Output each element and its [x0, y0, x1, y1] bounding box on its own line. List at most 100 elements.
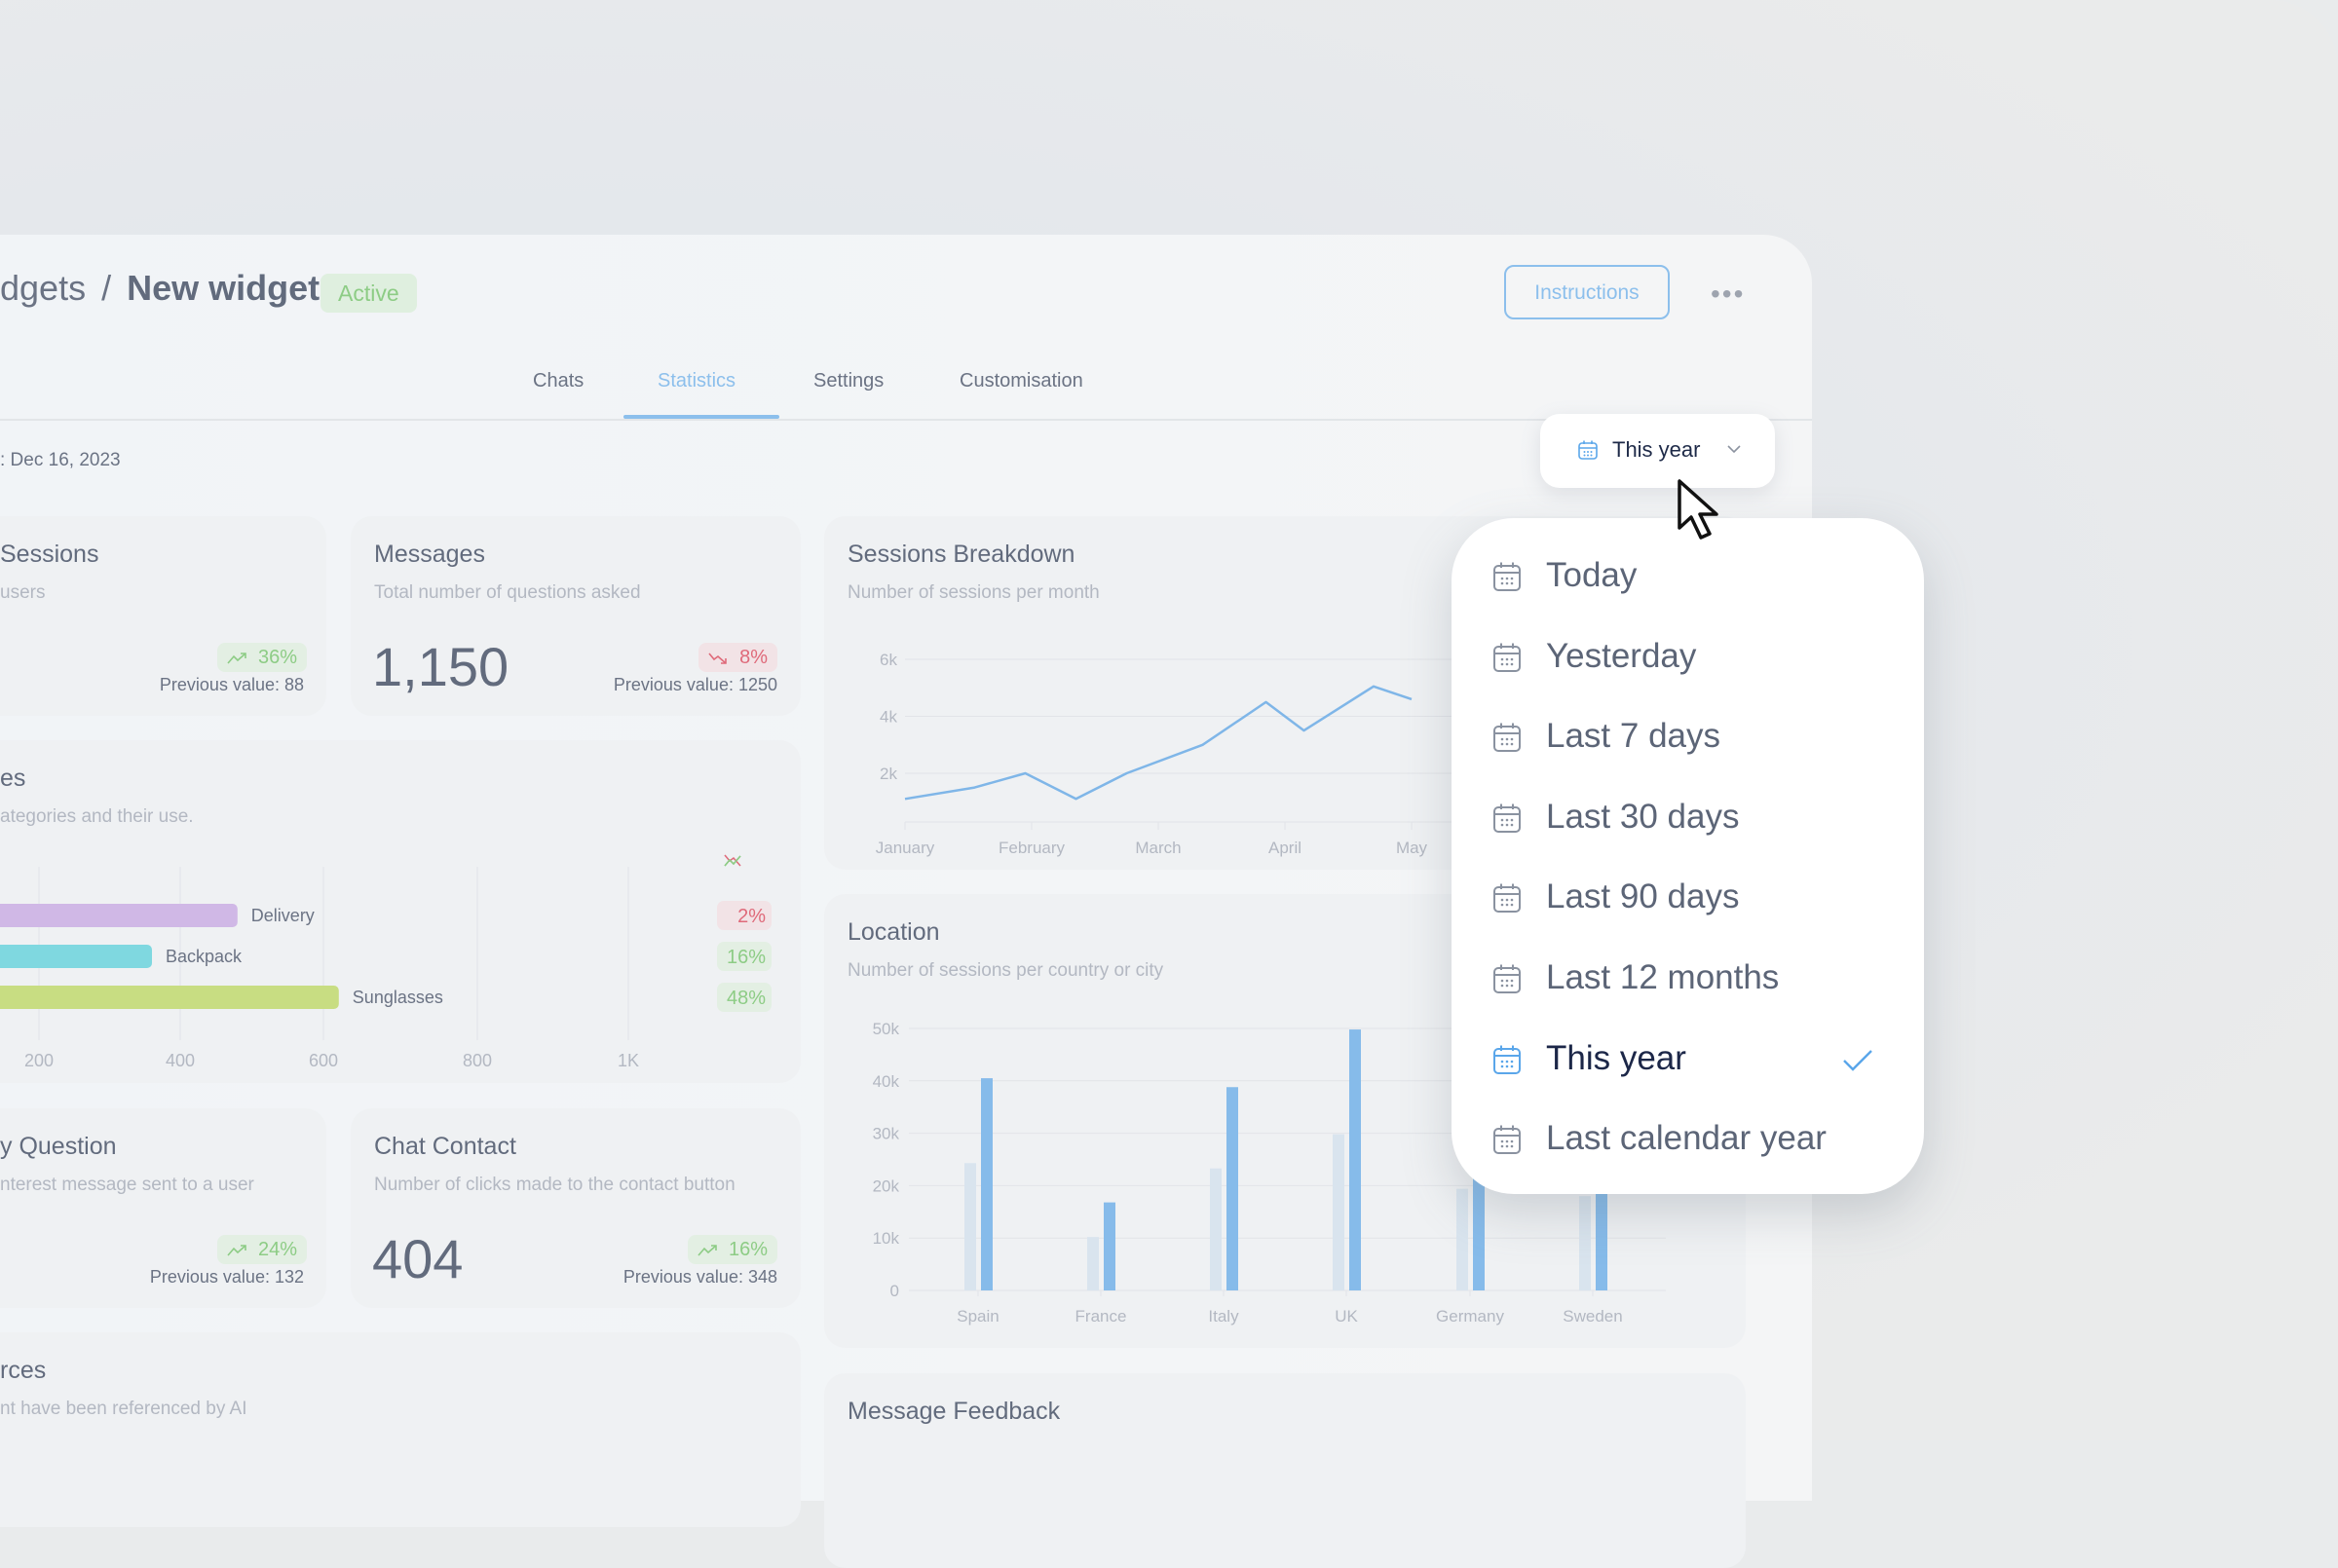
change-badge: 16%: [687, 1235, 777, 1264]
bar-current-sweden: [1596, 1185, 1607, 1290]
change-badge: 24%: [216, 1235, 307, 1264]
menu-item-label: Today: [1546, 556, 1638, 594]
menu-item-yesterday[interactable]: Yesterday: [1452, 618, 1924, 698]
sessions-line: [904, 685, 1413, 801]
y-tick-label: 50k: [873, 1020, 900, 1038]
menu-item-label: Last 7 days: [1546, 717, 1720, 756]
menu-item-label: Last 90 days: [1546, 877, 1740, 916]
change-value: 8%: [739, 647, 768, 668]
messages-card: Messages Total number of questions asked…: [351, 516, 801, 716]
menu-item-last-12-months[interactable]: Last 12 months: [1452, 940, 1924, 1020]
menu-item-last-7-days[interactable]: Last 7 days: [1452, 698, 1924, 778]
y-tick-label: 20k: [873, 1176, 900, 1195]
bar-current-germany: [1473, 1175, 1485, 1290]
chat-contact-card: Chat Contact Number of clicks made to th…: [351, 1108, 801, 1308]
menu-item-label: Last 12 months: [1546, 958, 1780, 996]
x-tick-label: Spain: [957, 1307, 999, 1325]
instructions-button[interactable]: Instructions: [1504, 265, 1670, 319]
date-filter-menu: Today Yesterday Last 7 days Last 30 days Las…: [1452, 518, 1924, 1194]
message-feedback-card: Message Feedback: [824, 1373, 1746, 1568]
card-title: es: [0, 765, 26, 792]
y-tick-label: 0: [890, 1282, 899, 1300]
x-tick-label: April: [1268, 839, 1301, 857]
change-value: 36%: [257, 647, 297, 668]
x-tick-label: UK: [1335, 1307, 1358, 1325]
date-filter-dropdown[interactable]: This year: [1540, 414, 1775, 488]
menu-item-last-calendar-year[interactable]: Last calendar year: [1452, 1101, 1924, 1180]
x-tick-label: March: [1135, 839, 1181, 857]
date-range-label: : Dec 16, 2023: [0, 450, 121, 470]
chevron-down-icon: [1727, 445, 1741, 454]
tab-bar: Chats Statistics Settings Customisation: [0, 360, 1812, 421]
bar-previous-france: [1087, 1237, 1099, 1290]
card-title: Message Feedback: [848, 1398, 1061, 1425]
card-subtitle: nt have been referenced by AI: [0, 1399, 247, 1419]
card-subtitle: users: [0, 582, 46, 603]
previous-value: Previous value: 132: [149, 1267, 304, 1287]
trend-up-icon: [227, 652, 246, 664]
x-tick-label: Sweden: [1563, 1307, 1622, 1325]
x-tick-label: France: [1075, 1307, 1127, 1325]
card-title: Sessions Breakdown: [848, 541, 1075, 568]
change-value: 16%: [727, 947, 766, 968]
x-tick-label: 200: [24, 1051, 54, 1070]
x-tick-label: February: [999, 839, 1066, 857]
more-options-icon[interactable]: •••: [1711, 279, 1745, 310]
y-tick-label: 2k: [880, 765, 897, 783]
metric-value: 404: [372, 1228, 464, 1289]
menu-item-label: This year: [1546, 1038, 1686, 1077]
change-value: 2%: [737, 906, 766, 927]
trend-up-icon: [698, 1244, 717, 1256]
bar-label: Backpack: [166, 947, 243, 966]
calendar-icon: [1493, 1045, 1521, 1074]
menu-item-last-90-days[interactable]: Last 90 days: [1452, 859, 1924, 939]
bar-sunglasses: [0, 986, 339, 1009]
bar-current-spain: [981, 1078, 993, 1290]
x-tick-label: 1K: [618, 1051, 639, 1070]
breadcrumb-parent[interactable]: dgets: [0, 268, 86, 308]
y-tick-label: 30k: [873, 1125, 900, 1143]
card-title: Sessions: [0, 541, 99, 568]
card-title: Chat Contact: [374, 1133, 516, 1160]
x-tick-label: 600: [309, 1051, 338, 1070]
menu-item-label: Last calendar year: [1546, 1119, 1827, 1158]
previous-value: Previous value: 348: [622, 1267, 777, 1287]
status-badge: Active: [321, 274, 417, 313]
trend-up-icon: [227, 1244, 246, 1256]
menu-item-this-year[interactable]: This year: [1452, 1021, 1924, 1101]
tab-chats[interactable]: Chats: [533, 370, 584, 392]
calendar-icon: [1493, 562, 1521, 591]
bar-delivery: [0, 904, 238, 927]
card-subtitle: Number of sessions per month: [848, 582, 1100, 603]
change-badge: 36%: [216, 643, 307, 672]
bar-backpack: [0, 945, 152, 968]
categories-card: es ategories and their use. 200 400 600 800…: [0, 740, 801, 1083]
bar-current-france: [1104, 1202, 1115, 1290]
tab-settings[interactable]: Settings: [813, 370, 884, 392]
card-subtitle: Number of sessions per country or city: [848, 960, 1164, 981]
sessions-card: Sessions users 36% Previous value: 88: [0, 516, 326, 716]
sources-card: rces nt have been referenced by AI: [0, 1332, 801, 1527]
card-subtitle: Total number of questions asked: [374, 582, 641, 603]
y-tick-label: 40k: [873, 1072, 900, 1091]
card-title: y Question: [0, 1133, 117, 1160]
metric-value: 1,150: [372, 636, 509, 697]
tab-customisation[interactable]: Customisation: [960, 370, 1083, 392]
x-tick-label: January: [876, 839, 935, 857]
card-title: rces: [0, 1357, 47, 1384]
menu-item-last-30-days[interactable]: Last 30 days: [1452, 779, 1924, 859]
x-tick-label: Germany: [1436, 1307, 1504, 1325]
breadcrumb: dgets / New widget: [0, 268, 320, 309]
breadcrumb-separator: /: [101, 268, 112, 308]
bar-label: Delivery: [251, 906, 315, 925]
tab-statistics[interactable]: Statistics: [658, 370, 735, 392]
change-value: 16%: [728, 1239, 768, 1260]
bar-previous-sweden: [1579, 1196, 1591, 1290]
active-tab-indicator: [623, 415, 779, 419]
x-tick-label: May: [1396, 839, 1428, 857]
previous-value: Previous value: 1250: [613, 675, 777, 694]
card-title: Messages: [374, 541, 485, 568]
calendar-icon: [1493, 964, 1521, 993]
menu-item-label: Last 30 days: [1546, 797, 1740, 836]
bar-previous-spain: [964, 1163, 976, 1290]
